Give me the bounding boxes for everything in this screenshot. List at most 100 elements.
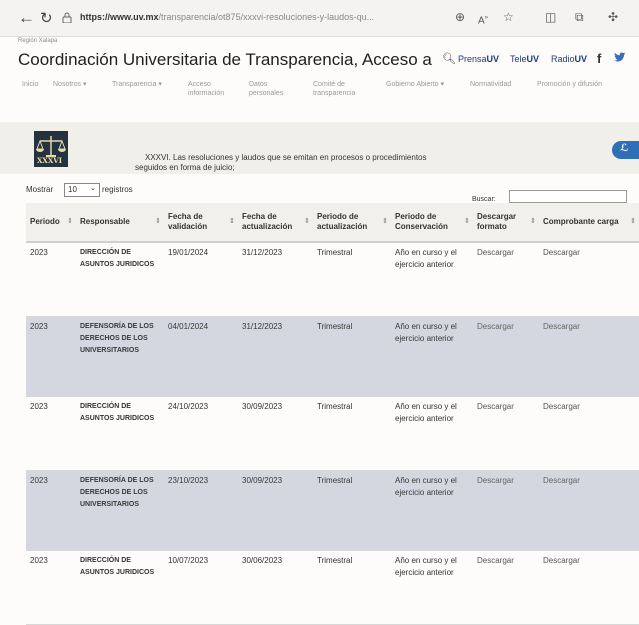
nav-item-promocion[interactable]: Promoción y difusión [537,80,602,89]
cell-periodo: 2023 [26,470,76,551]
col-periodo-conservacion-label: Periodo de Conservación [395,212,448,231]
search-label: Buscar: [472,196,496,203]
cell-responsable: DIRECCIÓN DE ASUNTOS JURIDICOS [76,396,164,471]
cell-periodo-conservacion: Año en curso y el ejercicio anterior [391,316,473,397]
url-host: https://www.uv.mx [80,12,159,22]
download-format-link[interactable]: Descargar [473,242,539,317]
col-comprobante-carga[interactable]: Comprobante carga ⇕ [539,203,639,243]
download-receipt-link[interactable]: Descargar [539,470,639,551]
read-aloud-icon[interactable]: A» [478,11,488,28]
download-format-link[interactable]: Descargar [473,316,539,397]
cell-fecha-validacion: 24/10/2023 [164,396,238,471]
cell-fecha-actualizacion: 30/06/2023 [238,550,313,625]
twitter-bird-icon[interactable] [614,52,626,66]
browser-toolbar: ← ↻ https://www.uv.mx/transparencia/ot87… [0,0,639,37]
favorite-star-icon[interactable]: ☆ [503,10,514,24]
sort-icon: ⇕ [530,218,536,225]
sort-icon: ⇕ [155,218,161,225]
col-periodo-actualizacion[interactable]: Periodo de actualización ⇕ [313,203,391,243]
nav-item-comite-line1: Comité de [313,81,345,88]
sort-icon: ⇕ [229,218,235,225]
zoom-icon[interactable]: ⊕ [455,10,465,24]
cell-responsable: DEFENSORÍA DE LOS DERECHOS DE LOS UNIVER… [76,316,164,397]
url-path: /transparencia/ot875/xxxvi-resoluciones-… [158,12,375,22]
results-table: Periodo ⇕ Responsable ⇕ Fecha de validació… [26,203,639,625]
cell-periodo-conservacion: Año en curso y el ejercicio anterior [391,242,473,317]
nav-item-acceso[interactable]: Acceso información [188,80,224,98]
tele-uv-link-suffix: UV [526,54,540,64]
nav-item-acceso-line2: información [188,90,225,97]
col-responsable[interactable]: Responsable ⇕ [76,203,164,243]
chevron-down-icon: ⌄ [90,185,96,192]
col-periodo[interactable]: Periodo ⇕ [26,203,76,243]
table-row: 2023 DEFENSORÍA DE LOS DERECHOS DE LOS U… [26,470,639,551]
table-row: 2023 DIRECCIÓN DE ASUNTOS JURIDICOS 24/1… [26,396,639,471]
extensions-icon[interactable]: ✣ [608,10,618,24]
sort-icon: ⇕ [464,218,470,225]
nav-item-nosotros[interactable]: Nosotros ▾ [53,80,86,89]
download-format-link[interactable]: Descargar [473,470,539,551]
nav-item-datos[interactable]: Datos personales [249,80,283,98]
nav-item-gobierno-abierto[interactable]: Gobierno Abierto ▾ [386,80,444,89]
sort-icon: ⇕ [630,218,636,225]
download-receipt-link[interactable]: Descargar [539,396,639,471]
search-input[interactable] [509,190,627,203]
cell-periodo-conservacion: Año en curso y el ejercicio anterior [391,396,473,471]
cell-periodo: 2023 [26,550,76,625]
radio-uv-link-suffix: UV [574,54,588,64]
tele-uv-link[interactable]: TeleUV [510,54,539,64]
radio-uv-link-label: Radio [551,54,575,64]
nav-item-inicio[interactable]: Inicio [22,80,38,89]
split-screen-icon[interactable]: ◫ [545,10,556,24]
nav-item-comite[interactable]: Comité de transparencia [313,80,355,98]
back-arrow-icon[interactable]: ← [18,8,35,28]
col-fecha-actualizacion-label: Fecha de actualización [242,212,293,231]
download-receipt-link[interactable]: Descargar [539,242,639,317]
cell-fecha-actualizacion: 31/12/2023 [238,242,313,317]
download-receipt-link[interactable]: Descargar [539,316,639,397]
chat-icon: ℒ [620,143,629,154]
page-length-value: 10 [68,185,77,194]
cell-responsable: DEFENSORÍA DE LOS DERECHOS DE LOS UNIVER… [76,470,164,551]
cell-fecha-validacion: 04/01/2024 [164,316,238,397]
download-format-link[interactable]: Descargar [473,550,539,625]
address-bar[interactable]: https://www.uv.mx/transparencia/ot875/xx… [80,12,452,22]
download-receipt-link[interactable]: Descargar [539,550,639,625]
intro-line-2: seguidos en forma de juicio; [135,163,235,172]
page-length-select[interactable]: 10 ⌄ [64,183,100,197]
table-row: 2023 DIRECCIÓN DE ASUNTOS JURIDICOS 19/0… [26,242,639,317]
nav-item-normatividad[interactable]: Normatividad [470,80,511,89]
cell-fecha-validacion: 10/07/2023 [164,550,238,625]
intro-band [0,122,639,174]
table-header-row: Periodo ⇕ Responsable ⇕ Fecha de validació… [26,203,639,243]
search-icon[interactable]: 🔍︎ [442,52,456,65]
reload-icon[interactable]: ↻ [40,9,53,29]
cell-fecha-actualizacion: 30/09/2023 [238,470,313,551]
col-fecha-validacion[interactable]: Fecha de validación ⇕ [164,203,238,243]
cell-periodo-actualizacion: Trimestral [313,242,391,317]
logo-roman-numeral: XXXVI [37,156,62,165]
side-tab-button[interactable]: ℒ [612,141,639,159]
col-fecha-actualizacion[interactable]: Fecha de actualización ⇕ [238,203,313,243]
cell-periodo: 2023 [26,316,76,397]
col-periodo-actualizacion-label: Periodo de actualización [317,212,368,231]
table-row: 2023 DEFENSORÍA DE LOS DERECHOS DE LOS U… [26,316,639,397]
nav-item-transparencia[interactable]: Transparencia ▾ [112,80,162,89]
prensa-uv-link-suffix: UV [486,54,500,64]
radio-uv-link[interactable]: RadioUV [551,54,587,64]
cell-periodo: 2023 [26,242,76,317]
col-descargar-formato[interactable]: Descargar formato ⇕ [473,203,539,243]
nav-item-datos-line2: personales [249,90,284,97]
sort-icon: ⇕ [67,218,73,225]
lock-icon[interactable] [62,12,72,23]
collections-icon[interactable]: ⧉ [575,10,584,24]
prensa-uv-link[interactable]: PrensaUV [458,54,499,64]
cell-periodo-conservacion: Año en curso y el ejercicio anterior [391,550,473,625]
cell-responsable: DIRECCIÓN DE ASUNTOS JURIDICOS [76,242,164,317]
facebook-icon[interactable]: f [597,51,601,66]
download-format-link[interactable]: Descargar [473,396,539,471]
site-title[interactable]: Coordinación Universitaria de Transparen… [18,50,433,70]
cell-periodo-actualizacion: Trimestral [313,396,391,471]
col-periodo-conservacion[interactable]: Periodo de Conservación ⇕ [391,203,473,243]
prensa-uv-link-label: Prensa [458,54,487,64]
